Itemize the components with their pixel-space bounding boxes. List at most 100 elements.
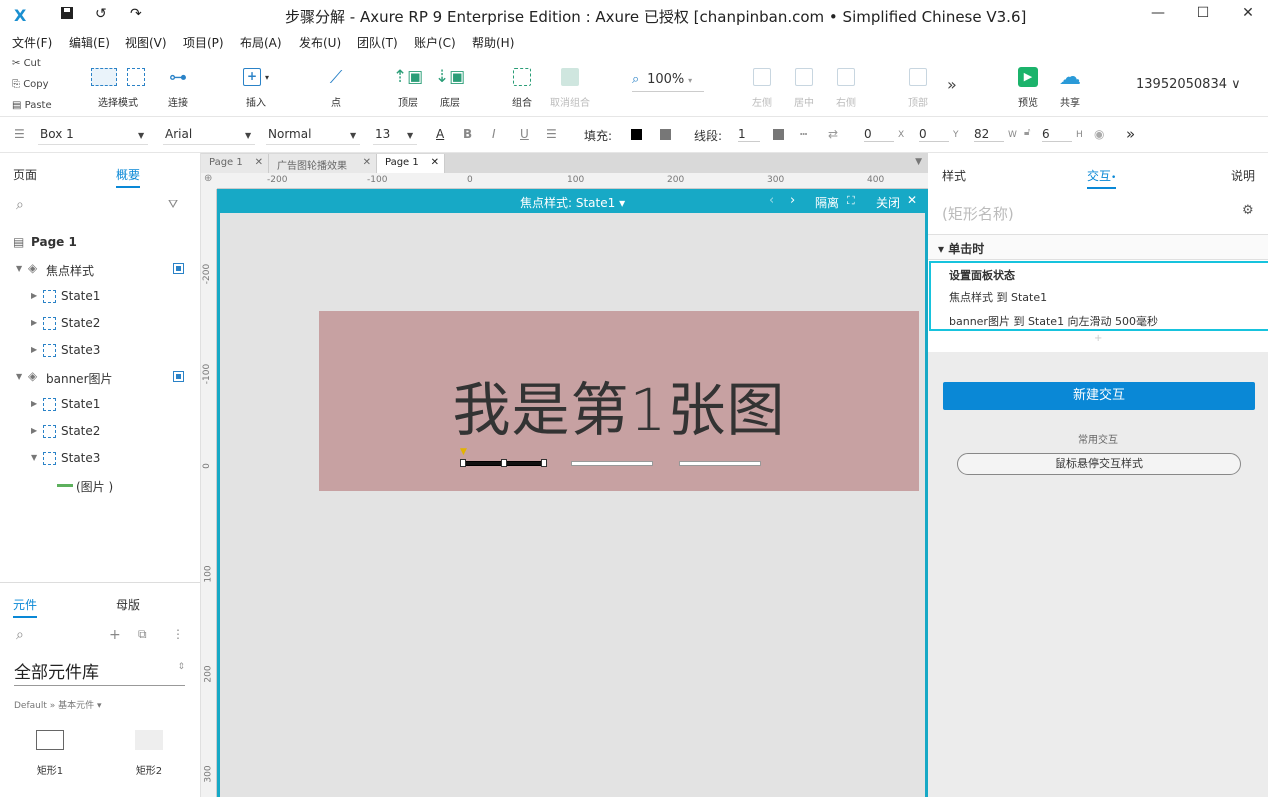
x-input[interactable]: 0 bbox=[864, 127, 894, 142]
connect-button[interactable]: ⊶ 连接 bbox=[150, 63, 206, 110]
filter-icon[interactable]: ⛛ bbox=[168, 197, 178, 212]
save-icon[interactable] bbox=[60, 6, 74, 24]
tab-interactions[interactable]: 交互• bbox=[1087, 167, 1117, 189]
rotation-handle-icon[interactable]: ▼ bbox=[460, 447, 467, 457]
close-state-button[interactable]: 关闭 bbox=[876, 194, 900, 211]
tree-item-image[interactable]: (图片 ) bbox=[0, 472, 200, 499]
y-input[interactable]: 0 bbox=[919, 127, 949, 142]
shadow-icon[interactable] bbox=[660, 129, 671, 140]
send-to-back-button[interactable]: ⇣▣ 底层 bbox=[422, 63, 478, 109]
expand-icon[interactable]: ▶ bbox=[31, 399, 37, 408]
library-path[interactable]: Default » 基本元件 ▾ bbox=[14, 698, 102, 711]
underline-icon[interactable]: U bbox=[520, 127, 529, 141]
tree-item-state[interactable]: ▶ State2 bbox=[0, 418, 200, 445]
tab-pages[interactable]: 页面 bbox=[13, 166, 37, 183]
font-color-icon[interactable]: A bbox=[436, 127, 444, 141]
widget-rect1[interactable]: 矩形1 bbox=[30, 730, 70, 777]
maximize-button[interactable]: ☐ bbox=[1188, 5, 1218, 25]
expand-icon[interactable]: ▶ bbox=[31, 426, 37, 435]
settings-sliders-icon[interactable]: ⚙ bbox=[1242, 203, 1254, 218]
library-select[interactable]: 全部元件库 ⇕ bbox=[14, 658, 185, 686]
expand-icon[interactable]: ▶ bbox=[31, 291, 37, 300]
event-header[interactable]: ▾ 单击时 bbox=[928, 234, 1268, 260]
selection-handle[interactable] bbox=[501, 459, 507, 467]
doc-tab[interactable]: Page 1 ✕ bbox=[201, 154, 269, 173]
tab-style[interactable]: 样式 bbox=[942, 167, 966, 184]
doc-tab[interactable]: 广告图轮播效果 ✕ bbox=[269, 154, 377, 173]
close-icon[interactable]: ✕ bbox=[431, 157, 439, 168]
align-top-button[interactable]: 顶部 bbox=[890, 63, 946, 109]
menu-view[interactable]: 视图(V) bbox=[125, 34, 167, 51]
design-canvas[interactable] bbox=[217, 189, 928, 797]
more-tools-icon[interactable]: » bbox=[947, 75, 957, 94]
menu-publish[interactable]: 发布(U) bbox=[299, 34, 341, 51]
tab-masters[interactable]: 母版 bbox=[116, 596, 140, 613]
font-select[interactable]: Arial ▼ bbox=[163, 123, 255, 145]
widget-rect2[interactable]: 矩形2 bbox=[129, 730, 169, 777]
new-interaction-button[interactable]: 新建交互 bbox=[943, 382, 1255, 410]
visibility-eye-icon[interactable]: ◉ bbox=[1094, 127, 1104, 141]
width-input[interactable]: 82 bbox=[974, 127, 1004, 142]
indicator-bar[interactable] bbox=[571, 461, 653, 466]
close-icon[interactable]: ✕ bbox=[255, 157, 263, 168]
menu-help[interactable]: 帮助(H) bbox=[472, 34, 514, 51]
account-menu[interactable]: 13952050834 ∨ bbox=[1136, 77, 1241, 92]
visibility-toggle-icon[interactable] bbox=[173, 263, 184, 274]
visibility-toggle-icon[interactable] bbox=[173, 371, 184, 382]
expand-icon[interactable]: ▼ bbox=[16, 264, 22, 273]
tab-overflow-icon[interactable]: ▼ bbox=[915, 157, 922, 167]
line-color-swatch[interactable] bbox=[773, 129, 784, 140]
paste-button[interactable]: ▤ Paste bbox=[12, 100, 52, 111]
state-selector[interactable]: 焦点样式: State1 ▾ bbox=[520, 194, 625, 211]
shape-name-input[interactable]: (矩形名称) bbox=[942, 203, 1014, 224]
close-icon[interactable]: ✕ bbox=[907, 193, 917, 207]
action-line[interactable]: banner图片 到 State1 向左滑动 500毫秒 bbox=[949, 313, 1158, 329]
more-format-icon[interactable]: » bbox=[1126, 125, 1135, 143]
isolate-icon[interactable]: ⛶ bbox=[847, 194, 855, 208]
add-library-icon[interactable]: + bbox=[109, 627, 121, 643]
search-icon[interactable]: ⌕ bbox=[16, 627, 24, 643]
copy-button[interactable]: ⎘ Copy bbox=[12, 79, 49, 90]
menu-edit[interactable]: 编辑(E) bbox=[69, 34, 110, 51]
close-window-button[interactable]: ✕ bbox=[1233, 5, 1263, 25]
tree-item-state[interactable]: ▶ State2 bbox=[0, 310, 200, 337]
redo-icon[interactable]: ↷ bbox=[130, 6, 142, 22]
expand-icon[interactable]: ▶ bbox=[31, 318, 37, 327]
insert-button[interactable]: + ▾ 插入 bbox=[228, 63, 284, 109]
menu-file[interactable]: 文件(F) bbox=[12, 34, 52, 51]
menu-team[interactable]: 团队(T) bbox=[357, 34, 398, 51]
fill-color-swatch[interactable] bbox=[631, 129, 642, 140]
tree-item-state[interactable]: ▼ State3 bbox=[0, 445, 200, 472]
banner-image[interactable]: 我是第1张图 ▼ bbox=[319, 311, 919, 491]
tab-outline[interactable]: 概要 bbox=[116, 166, 141, 188]
ungroup-button[interactable]: 取消组合 bbox=[542, 63, 598, 109]
font-weight-select[interactable]: Normal ▼ bbox=[266, 123, 360, 145]
line-width-value[interactable]: 1 bbox=[738, 127, 760, 142]
more-options-icon[interactable]: ⋮ bbox=[172, 627, 184, 641]
point-button[interactable]: ⟋ 点 bbox=[308, 63, 364, 110]
doc-tab-active[interactable]: Page 1 ✕ bbox=[377, 154, 445, 173]
tab-widgets[interactable]: 元件 bbox=[13, 596, 38, 618]
arrow-style-icon[interactable]: ⇄ bbox=[828, 127, 838, 141]
italic-icon[interactable]: I bbox=[492, 127, 496, 141]
action-block[interactable]: 设置面板状态 焦点样式 到 State1 banner图片 到 State1 向… bbox=[929, 261, 1268, 331]
tree-item-banner-panel[interactable]: ▼ ◈ banner图片 bbox=[0, 364, 200, 391]
page-row[interactable]: ▤ Page 1 bbox=[0, 229, 200, 256]
font-size-select[interactable]: 13 ▼ bbox=[373, 123, 417, 145]
copy-library-icon[interactable]: ⧉ bbox=[138, 627, 147, 642]
expand-icon[interactable]: ▶ bbox=[31, 345, 37, 354]
hover-style-button[interactable]: 鼠标悬停交互样式 bbox=[957, 453, 1241, 475]
expand-icon[interactable]: ▼ bbox=[31, 453, 37, 462]
cut-button[interactable]: ✂ Cut bbox=[12, 58, 41, 69]
lock-icon[interactable]: 🔓︎ bbox=[1024, 127, 1030, 138]
prev-state-icon[interactable]: ‹ bbox=[769, 193, 774, 208]
tab-notes[interactable]: 说明 bbox=[1231, 167, 1255, 184]
zoom-control[interactable]: ⌕ 100% ▾ bbox=[632, 72, 704, 92]
expand-icon[interactable]: ▼ bbox=[16, 372, 22, 381]
close-icon[interactable]: ✕ bbox=[363, 157, 371, 168]
tree-item-state[interactable]: ▶ State1 bbox=[0, 391, 200, 418]
bold-icon[interactable]: B bbox=[463, 127, 472, 141]
selection-handle[interactable] bbox=[460, 459, 466, 467]
undo-icon[interactable]: ↺ bbox=[95, 6, 107, 22]
style-select[interactable]: Box 1 ▼ bbox=[38, 123, 148, 145]
